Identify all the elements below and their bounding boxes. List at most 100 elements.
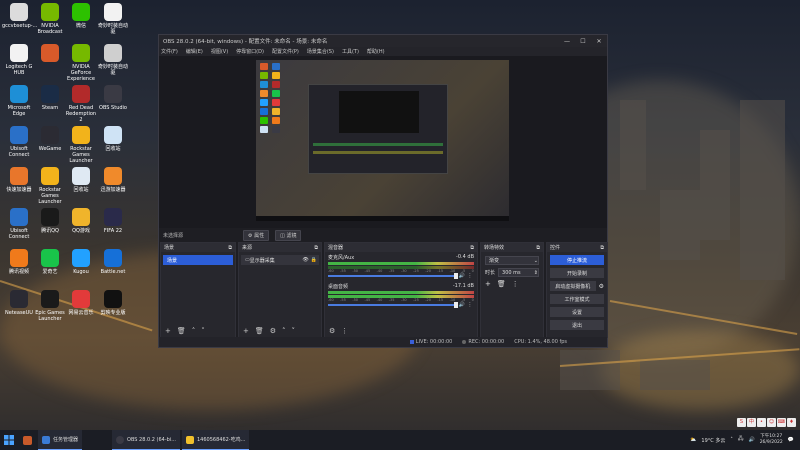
source-item[interactable]: ▭ 显示器采集 👁 🔒 xyxy=(241,255,319,265)
speaker-icon[interactable]: 🔊 xyxy=(458,273,466,279)
desktop-icon[interactable]: gccvbsetup-... xyxy=(2,3,37,29)
taskbar-app-task-manager[interactable]: 任务管理器 xyxy=(38,430,83,450)
start-button[interactable] xyxy=(0,430,18,450)
weather-text[interactable]: 19°C 多云 xyxy=(701,437,725,444)
ime-button[interactable]: ⌨ xyxy=(777,418,786,427)
chevron-up-icon[interactable]: ˄ xyxy=(730,437,733,443)
start-recording-button[interactable]: 开始录制 xyxy=(550,268,604,278)
desktop-icon[interactable]: 腾讯QQ xyxy=(33,208,67,234)
add-icon[interactable]: + xyxy=(243,327,249,335)
ime-button[interactable]: 中 xyxy=(747,418,756,427)
desktop-icon[interactable]: 腾讯视频 xyxy=(2,249,36,275)
ime-toolbar[interactable]: S 中 • ☺ ⌨ ♦ xyxy=(737,418,796,428)
ime-button[interactable]: ♦ xyxy=(787,418,796,427)
desktop-icon[interactable]: NeteaseUU xyxy=(2,290,36,316)
stop-streaming-button[interactable]: 停止推流 xyxy=(550,255,604,265)
menu-scene-collection[interactable]: 场景集合(S) xyxy=(307,48,334,55)
desktop-icon[interactable]: Steam xyxy=(33,85,67,111)
up-icon[interactable]: ˄ xyxy=(282,327,286,335)
volume-slider[interactable] xyxy=(328,273,458,279)
desktop-icon[interactable]: FIFA 22 xyxy=(96,208,130,234)
trash-icon[interactable]: 🗑 xyxy=(177,327,186,335)
desktop-icon[interactable]: NVIDIA Broadcast xyxy=(33,3,67,35)
ime-button[interactable]: • xyxy=(757,418,766,427)
add-icon[interactable]: + xyxy=(485,280,491,288)
menu-edit[interactable]: 编辑(E) xyxy=(186,48,203,55)
menu-docks[interactable]: 停靠窗口(D) xyxy=(236,48,264,55)
desktop-icon[interactable]: 网易云音乐 xyxy=(64,290,98,316)
undock-icon[interactable]: ⧉ xyxy=(600,245,604,251)
desktop-icon[interactable]: 迅游加速器 xyxy=(96,167,130,193)
desktop-icon[interactable]: Ubisoft Connect xyxy=(2,126,36,158)
desktop-icon[interactable]: 微信 xyxy=(64,3,98,29)
settings-button[interactable]: 设置 xyxy=(550,307,604,317)
speaker-icon[interactable]: 🔊 xyxy=(748,437,754,443)
menu-tools[interactable]: 工具(T) xyxy=(342,48,359,55)
pinned-app-icon[interactable] xyxy=(18,430,36,450)
undock-icon[interactable]: ⧉ xyxy=(228,245,232,251)
down-icon[interactable]: ˅ xyxy=(292,327,296,335)
desktop-icon[interactable]: 剪映专业版 xyxy=(96,290,130,316)
lock-icon[interactable]: 🔒 xyxy=(311,257,317,263)
desktop-icon[interactable]: 奇妙时装自动驱 xyxy=(96,3,130,35)
taskbar-app-game[interactable]: 1460568462-吃鸡... xyxy=(182,430,250,450)
studio-mode-button[interactable]: 工作室模式 xyxy=(550,294,604,304)
ime-button[interactable]: S xyxy=(737,418,746,427)
slider-handle[interactable] xyxy=(454,302,458,308)
desktop-icon[interactable]: Epic Games Launcher xyxy=(33,290,67,322)
network-icon[interactable]: 🖧 xyxy=(738,436,744,444)
eye-icon[interactable]: 👁 xyxy=(302,257,308,263)
notification-icon[interactable]: 💬 xyxy=(788,437,794,443)
minimize-button[interactable]: — xyxy=(559,38,575,45)
desktop-icon[interactable] xyxy=(33,44,67,64)
desktop-icon[interactable]: NVIDIA GeForce Experience xyxy=(64,44,98,82)
kebab-icon[interactable]: ⋮ xyxy=(466,302,474,308)
speaker-icon[interactable]: 🔊 xyxy=(458,302,466,308)
obs-preview[interactable] xyxy=(159,56,607,228)
trash-icon[interactable]: 🗑 xyxy=(255,327,264,335)
menu-profile[interactable]: 配置文件(P) xyxy=(272,48,299,55)
desktop-icon[interactable]: Microsoft Edge xyxy=(2,85,36,117)
menu-view[interactable]: 视图(V) xyxy=(211,48,228,55)
taskbar-app-obs[interactable]: OBS 28.0.2 (64-bi... xyxy=(112,430,180,450)
desktop-icon[interactable]: 奇妙时装自动驱 xyxy=(96,44,130,76)
desktop-icon[interactable]: OBS Studio xyxy=(96,85,130,111)
undock-icon[interactable]: ⧉ xyxy=(536,245,540,251)
scene-item[interactable]: 场景 xyxy=(163,255,233,265)
slider-handle[interactable] xyxy=(454,273,458,279)
menu-help[interactable]: 帮助(H) xyxy=(367,48,385,55)
exit-button[interactable]: 退出 xyxy=(550,320,604,330)
add-icon[interactable]: + xyxy=(165,327,171,335)
trash-icon[interactable]: 🗑 xyxy=(497,280,506,288)
desktop-icon[interactable]: 回收站 xyxy=(96,126,130,152)
menu-file[interactable]: 文件(F) xyxy=(161,48,178,55)
desktop-icon[interactable]: 回收站 xyxy=(64,167,98,193)
ime-button[interactable]: ☺ xyxy=(767,418,776,427)
filters-button[interactable]: ◫ 滤镜 xyxy=(275,229,302,241)
transition-select[interactable]: 渐变 ⌄ xyxy=(485,256,539,265)
desktop-icon[interactable]: 快速加速器 xyxy=(2,167,36,193)
gear-icon[interactable]: ⚙ xyxy=(599,283,604,290)
desktop-icon[interactable]: WeGame xyxy=(33,126,67,152)
duration-field[interactable]: 300 ms ⇕ xyxy=(498,268,539,277)
undock-icon[interactable]: ⧉ xyxy=(470,245,474,251)
stepper-icon[interactable]: ⇕ xyxy=(534,270,538,276)
desktop-icon[interactable]: Battle.net xyxy=(96,249,130,275)
kebab-icon[interactable]: ⋮ xyxy=(466,273,474,279)
clock[interactable]: 下午10:27 26/9/2022 xyxy=(760,434,783,446)
start-virtual-camera-button[interactable]: 启动虚拟摄像机 xyxy=(550,281,596,291)
volume-slider[interactable] xyxy=(328,302,458,308)
properties-button[interactable]: ⚙ 属性 xyxy=(243,229,270,241)
up-icon[interactable]: ˄ xyxy=(192,327,196,335)
gear-icon[interactable]: ⚙ xyxy=(329,327,335,335)
desktop-icon[interactable]: 爱奇艺 xyxy=(33,249,67,275)
desktop-icon[interactable]: Ubisoft Connect xyxy=(2,208,36,240)
desktop-icon[interactable]: Rockstar Games Launcher xyxy=(64,126,98,164)
down-icon[interactable]: ˅ xyxy=(201,327,205,335)
weather-icon[interactable]: ⛅ xyxy=(690,437,696,443)
undock-icon[interactable]: ⧉ xyxy=(314,245,318,251)
gear-icon[interactable]: ⚙ xyxy=(270,327,276,335)
close-button[interactable]: ✕ xyxy=(591,38,607,45)
kebab-icon[interactable]: ⋮ xyxy=(341,327,348,335)
desktop-icon[interactable]: Red Dead Redemption 2 xyxy=(64,85,98,123)
